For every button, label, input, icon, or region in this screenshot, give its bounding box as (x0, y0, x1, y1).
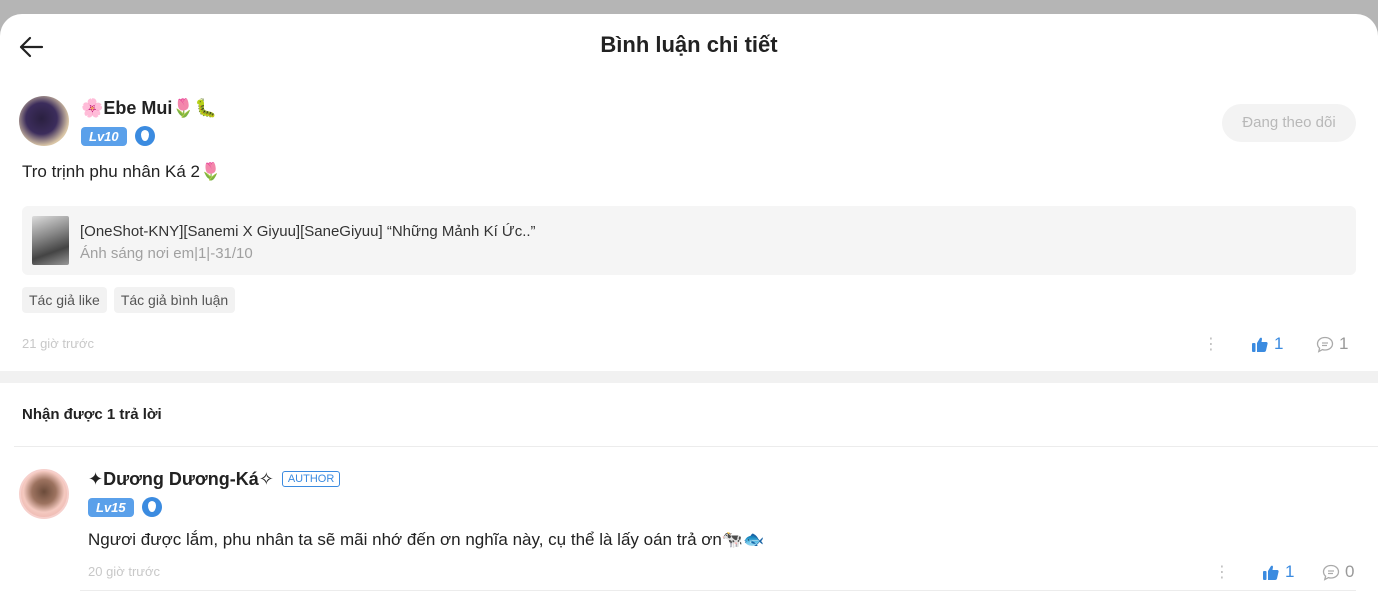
book-card[interactable]: [OneShot-KNY][Sanemi X Giyuu][SaneGiyuu]… (22, 206, 1356, 275)
comment-text: Tro trịnh phu nhân Ká 2🌷 (22, 162, 222, 181)
reply-reply-button[interactable]: 0 (1322, 562, 1354, 582)
more-options-icon[interactable]: ⋮ (1214, 562, 1230, 582)
thumbs-up-icon (1263, 565, 1279, 580)
book-title: [OneShot-KNY][Sanemi X Giyuu][SaneGiyuu]… (80, 223, 536, 240)
gem-icon (134, 126, 155, 146)
reply-like-button[interactable]: 1 (1263, 562, 1294, 582)
divider (80, 590, 1356, 591)
reply-user-badges: Lv15 (88, 497, 162, 517)
avatar[interactable] (19, 96, 69, 146)
divider (14, 446, 1378, 447)
author-badge: AUTHOR (281, 471, 341, 487)
like-count: 1 (1285, 562, 1295, 581)
follow-button[interactable]: Đang theo dõi (1222, 104, 1356, 142)
page-title: Bình luận chi tiết (600, 32, 778, 57)
reply-user-name[interactable]: ✦Dương Dương-Ká✧ AUTHOR (88, 469, 341, 490)
tag-author-comment: Tác giả bình luận (113, 287, 236, 313)
book-cover-image (32, 216, 69, 265)
reply-count: 0 (1345, 562, 1355, 581)
section-divider (0, 371, 1378, 383)
user-badges: Lv10 (81, 126, 155, 146)
comment-time: 21 giờ trước (22, 336, 94, 351)
user-name[interactable]: 🌸Ebe Mui🌷🐛 (81, 98, 217, 119)
reply-user-name-text: ✦Dương Dương-Ká✧ (88, 469, 274, 489)
tag-author-like: Tác giả like (22, 287, 107, 313)
thumbs-up-icon (1252, 337, 1268, 352)
gem-icon (141, 497, 162, 517)
like-count: 1 (1274, 334, 1284, 353)
reply-text: Ngươi được lắm, phu nhân ta sẽ mãi nhớ đ… (88, 530, 765, 549)
book-chapter: Ánh sáng nơi em|1|-31/10 (80, 245, 253, 262)
comment-detail-sheet: Bình luận chi tiết 🌸Ebe Mui🌷🐛 Lv10 Đang … (0, 14, 1378, 600)
reply-count: 1 (1339, 334, 1349, 353)
reply-avatar[interactable] (19, 469, 69, 519)
reply-button[interactable]: 1 (1316, 334, 1348, 354)
replies-header: Nhận được 1 trả lời (22, 406, 162, 423)
chat-bubble-icon (1316, 336, 1334, 353)
like-button[interactable]: 1 (1252, 334, 1283, 354)
tag-list: Tác giả like Tác giả bình luận (22, 287, 236, 313)
reply-time: 20 giờ trước (88, 564, 160, 579)
chat-bubble-icon (1322, 564, 1340, 581)
level-badge: Lv10 (81, 126, 127, 146)
header: Bình luận chi tiết (0, 14, 1378, 80)
level-badge: Lv15 (88, 497, 134, 517)
more-options-icon[interactable]: ⋮ (1203, 334, 1219, 354)
